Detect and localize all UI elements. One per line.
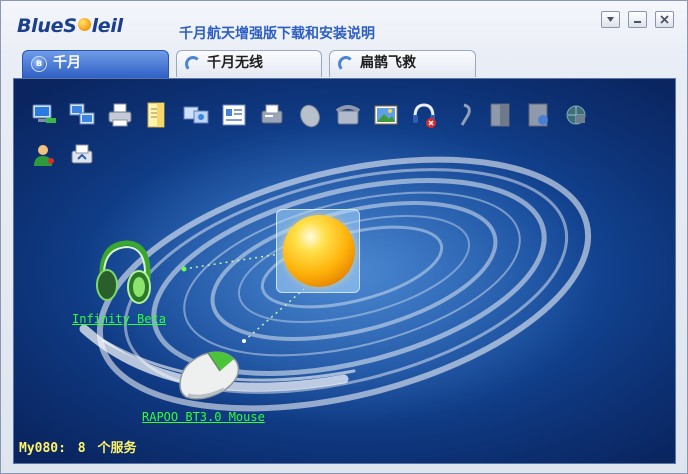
bluesoleil-logo: BlueS leil (17, 15, 123, 37)
personal-area-icon[interactable] (30, 141, 58, 169)
network-sphere-icon[interactable] (562, 101, 590, 129)
device-label-headphones[interactable]: Infinity Beta (72, 312, 166, 326)
tab-bianque-feijiu[interactable]: 扁鹊飞救 (329, 50, 476, 77)
mouse-device[interactable] (174, 345, 246, 405)
close-icon (660, 15, 669, 24)
signal-icon (338, 56, 354, 72)
close-button[interactable] (655, 11, 674, 28)
business-card-icon[interactable] (220, 101, 248, 129)
window-title: 千月航天增强版下载和安装说明 (179, 26, 375, 42)
local-device-hub[interactable] (276, 209, 360, 293)
phone-dialup-icon[interactable] (334, 101, 362, 129)
bluetooth-icon: ʙ (31, 56, 47, 72)
maximize-button[interactable] (628, 11, 647, 28)
headphones-device[interactable] (92, 237, 156, 307)
file-transfer-icon[interactable] (144, 101, 172, 129)
minimize-icon (634, 21, 641, 23)
print-share-icon[interactable] (68, 141, 96, 169)
tab-qianyue-wireless[interactable]: 千月无线 (176, 50, 322, 77)
lan-access-icon[interactable] (68, 101, 96, 129)
sun-ball-icon (283, 215, 355, 287)
image-transfer-icon[interactable] (372, 101, 400, 129)
file-sync-icon[interactable] (182, 101, 210, 129)
local-device-name: My080: (19, 441, 66, 456)
status-bar: My080: 8 个服务 (19, 437, 140, 456)
fax-icon[interactable] (258, 101, 286, 129)
service-label: 个服务 (97, 441, 137, 456)
network-access-icon[interactable] (30, 101, 58, 129)
dock-icon[interactable] (486, 101, 514, 129)
earpiece-icon[interactable] (448, 101, 476, 129)
headset-icon[interactable] (410, 101, 438, 129)
logo-sun-icon (77, 18, 91, 31)
service-count: 8 (77, 441, 86, 456)
device-canvas: Infinity Beta RAPOO BT3.0 Mouse My080: 8… (13, 78, 676, 464)
mouse-icon (179, 351, 240, 400)
bluesoleil-window: BlueSleil 千月航天增强版下载和安装说明 ʙ 千月 千月无线 扁鹊飞救 (0, 0, 688, 474)
mouse-service-icon[interactable] (296, 101, 324, 129)
tab-qianyue[interactable]: ʙ 千月 (22, 50, 169, 78)
printer-icon[interactable] (106, 101, 134, 129)
headphones-icon (96, 240, 151, 304)
signal-icon (185, 56, 201, 72)
minimize-button[interactable] (601, 11, 620, 28)
sync-document-icon[interactable] (524, 101, 552, 129)
dropdown-icon (607, 17, 614, 22)
device-label-mouse[interactable]: RAPOO BT3.0 Mouse (142, 410, 265, 424)
